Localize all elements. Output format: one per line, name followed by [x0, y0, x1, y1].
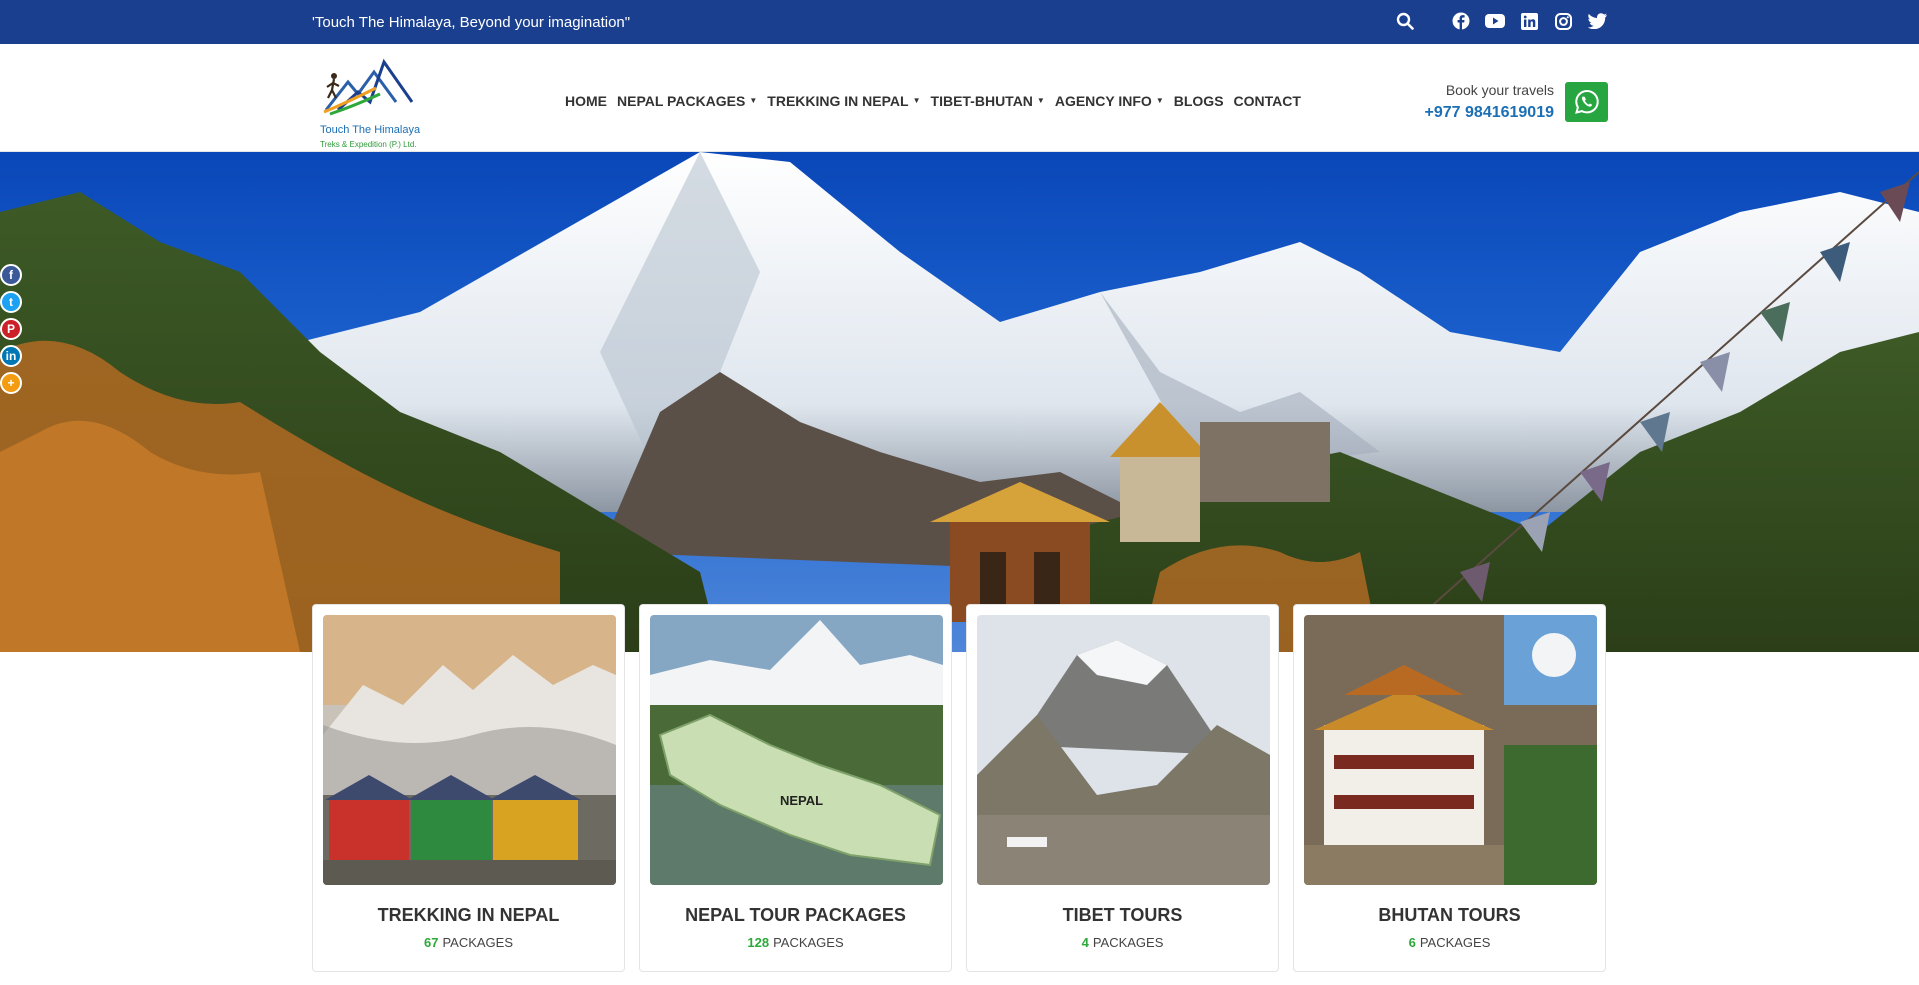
nav-label: BLOGS — [1173, 93, 1224, 109]
nav-blogs[interactable]: BLOGS — [1174, 93, 1224, 109]
card-trekking-in-nepal[interactable]: TREKKING IN NEPAL 67 PACKAGES — [312, 604, 625, 972]
caret-down-icon: ▼ — [1036, 96, 1045, 105]
card-image: NEPAL — [650, 615, 943, 885]
card-title: TIBET TOURS — [1062, 905, 1183, 925]
package-count-unit: PACKAGES — [1419, 935, 1491, 950]
top-bar: 'Touch The Himalaya, Beyond your imagina… — [0, 0, 1919, 44]
card-package-count: 4 PACKAGES — [967, 935, 1278, 950]
nav-label: HOME — [565, 93, 607, 109]
card-title: TREKKING IN NEPAL — [377, 905, 560, 925]
nav-label: TREKKING IN NEPAL — [767, 93, 909, 109]
nav-contact[interactable]: CONTACT — [1234, 93, 1301, 109]
hero-image — [0, 152, 1919, 652]
whatsapp-icon — [1574, 89, 1599, 114]
package-count-number: 6 — [1408, 935, 1416, 950]
package-count-unit: PACKAGES — [442, 935, 514, 950]
more-icon[interactable]: + — [0, 372, 22, 394]
card-nepal-tour-packages[interactable]: NEPAL NEPAL TOUR PACKAGES 128 PACKAGES — [639, 604, 952, 972]
card-title: BHUTAN TOURS — [1378, 905, 1521, 925]
facebook-icon[interactable]: f — [0, 264, 22, 286]
map-label: NEPAL — [780, 793, 823, 808]
main-nav: HOME NEPAL PACKAGES ▼ TREKKING IN NEPAL ▼ … — [565, 93, 1301, 109]
nav-home[interactable]: HOME — [565, 93, 607, 109]
tagline: 'Touch The Himalaya, Beyond your imagina… — [312, 14, 631, 31]
card-image — [977, 615, 1270, 885]
instagram-icon[interactable] — [1553, 11, 1573, 31]
logo-brand-text: Touch The Himalaya — [320, 124, 421, 136]
nav-agency-info[interactable]: AGENCY INFO ▼ — [1055, 93, 1164, 109]
pinterest-icon[interactable]: P — [0, 318, 22, 340]
booking-phone-link[interactable]: +977 9841619019 — [1425, 104, 1554, 122]
site-logo[interactable]: Touch The Himalaya Treks & Expedition (P… — [318, 58, 438, 149]
caret-down-icon: ▼ — [912, 96, 921, 105]
nav-label: TIBET-BHUTAN — [930, 93, 1033, 109]
nav-tibet-bhutan[interactable]: TIBET-BHUTAN ▼ — [931, 93, 1045, 109]
nav-nepal-packages[interactable]: NEPAL PACKAGES ▼ — [617, 93, 757, 109]
package-count-number: 128 — [747, 935, 770, 950]
nav-label: AGENCY INFO — [1054, 93, 1152, 109]
booking-info: Book your travels +977 9841619019 — [1425, 82, 1554, 122]
caret-down-icon: ▼ — [749, 96, 758, 105]
card-image — [1304, 615, 1597, 885]
top-bar-icons — [1395, 11, 1607, 31]
booking-label: Book your travels — [1445, 82, 1554, 98]
twitter-icon[interactable] — [1587, 11, 1607, 31]
logo-mountain-icon — [323, 58, 414, 116]
package-count-number: 4 — [1081, 935, 1089, 950]
facebook-icon[interactable] — [1451, 11, 1471, 31]
nav-label: NEPAL PACKAGES — [617, 93, 746, 109]
social-share-bar: f t P in + — [0, 264, 22, 394]
package-cards: TREKKING IN NEPAL 67 PACKAGES NEPAL NEPAL… — [312, 604, 1608, 972]
linkedin-icon[interactable]: in — [0, 345, 22, 367]
logo-sub-text: Treks & Expedition (P.) Ltd. — [320, 140, 417, 149]
card-package-count: 6 PACKAGES — [1294, 935, 1605, 950]
card-bhutan-tours[interactable]: BHUTAN TOURS 6 PACKAGES — [1293, 604, 1606, 972]
card-package-count: 128 PACKAGES — [640, 935, 951, 950]
package-count-unit: PACKAGES — [1092, 935, 1164, 950]
site-header: Touch The Himalaya Treks & Expedition (P… — [0, 44, 1919, 152]
card-title: NEPAL TOUR PACKAGES — [685, 905, 906, 925]
whatsapp-button[interactable] — [1565, 82, 1608, 122]
nav-label: CONTACT — [1233, 93, 1301, 109]
twitter-icon[interactable]: t — [0, 291, 22, 313]
youtube-icon[interactable] — [1485, 11, 1505, 31]
card-package-count: 67 PACKAGES — [313, 935, 624, 950]
card-tibet-tours[interactable]: TIBET TOURS 4 PACKAGES — [966, 604, 1279, 972]
package-count-number: 67 — [423, 935, 439, 950]
linkedin-icon[interactable] — [1519, 11, 1539, 31]
package-count-unit: PACKAGES — [773, 935, 844, 950]
nav-trekking-in-nepal[interactable]: TREKKING IN NEPAL ▼ — [767, 93, 920, 109]
card-image — [323, 615, 616, 885]
caret-down-icon: ▼ — [1155, 96, 1164, 105]
search-icon[interactable] — [1395, 11, 1415, 31]
